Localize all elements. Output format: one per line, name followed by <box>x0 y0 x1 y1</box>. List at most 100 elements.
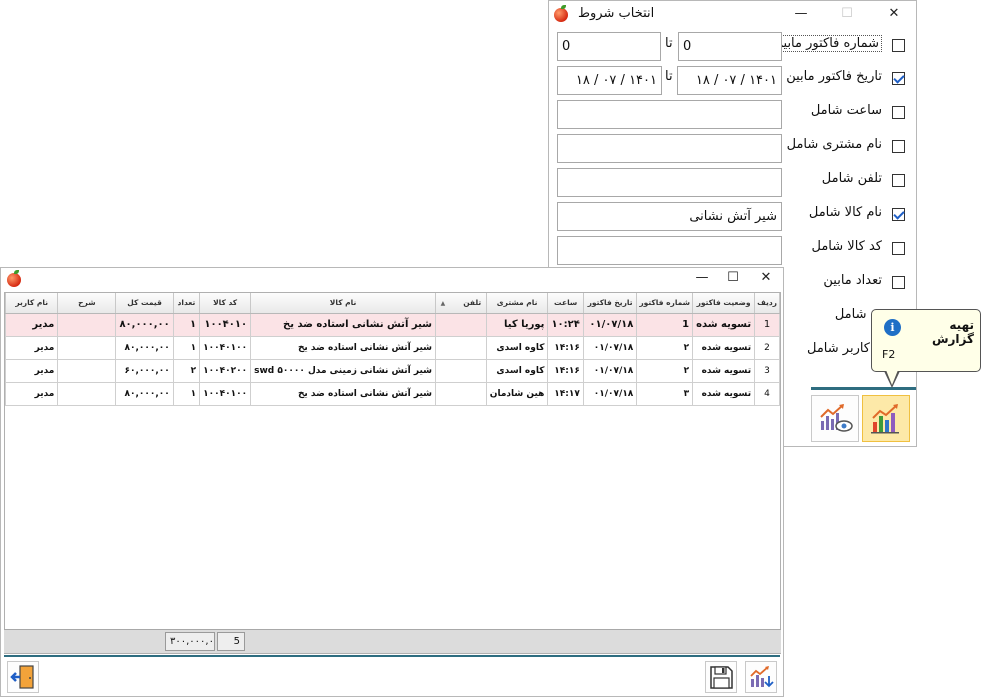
exit-door-icon <box>10 665 34 689</box>
col-total-price-header[interactable]: قیمت کل <box>115 293 174 314</box>
cell-description <box>57 381 117 406</box>
customer-name-input[interactable] <box>557 134 782 163</box>
filter-row-time: ساعت شامل <box>549 98 916 129</box>
close-button[interactable]: ✕ <box>753 268 779 288</box>
close-button[interactable]: ✕ <box>881 4 907 24</box>
cell-invoice-date: ۰۱/۰۷/۱۸ <box>582 312 638 337</box>
cell-customer: هین شادمان <box>485 381 549 406</box>
product-name-input[interactable]: شیر آتش نشانی <box>557 202 782 231</box>
filter-row-invoice-number: شماره فاکتور مابین 0 تا 0 <box>549 31 916 61</box>
quantity-checkbox[interactable] <box>892 276 905 289</box>
chart-export-icon <box>750 666 774 688</box>
dialog-titlebar[interactable]: انتخاب شروط — ☐ ✕ <box>549 1 916 28</box>
app-logo-icon <box>7 270 21 287</box>
cell-invoice-status: تسویه شده <box>692 358 756 383</box>
cell-customer: کاوه اسدی <box>485 335 549 360</box>
table-row[interactable]: 4 تسویه شده ۳ ۰۱/۰۷/۱۸ ۱۴:۱۷ هین شادمان … <box>5 381 780 406</box>
filter-row-customer: نام مشتری شامل <box>549 132 916 163</box>
cell-row-number: 3 <box>754 358 780 383</box>
cell-quantity: ۲ <box>172 358 201 383</box>
generate-report-button[interactable] <box>862 395 910 442</box>
product-name-checkbox[interactable] <box>892 208 905 221</box>
col-invoice-status-header[interactable]: وضعیت فاکتور <box>692 293 756 314</box>
cell-user: مدیر <box>5 358 59 383</box>
phone-label: تلفن شامل <box>821 171 882 186</box>
cell-time: ۱۴:۱۷ <box>547 381 584 406</box>
maximize-button: ☐ <box>841 6 853 21</box>
cell-total-price: ۸۰,۰۰۰,۰۰ <box>115 312 174 337</box>
window-separator <box>4 655 780 657</box>
table-header: ردیف وضعیت فاکتور شماره فاکتور تاریخ فاک… <box>5 293 780 314</box>
filter-row-phone: تلفن شامل <box>549 166 916 197</box>
sort-arrow-icon: ▲ <box>440 300 446 308</box>
col-user-header[interactable]: نام کاربر <box>5 293 59 314</box>
invoice-date-checkbox[interactable] <box>892 72 905 85</box>
product-code-checkbox[interactable] <box>892 242 905 255</box>
report-window: — ☐ ✕ ردیف وضعیت فاکتور شماره فاکتور تار… <box>0 267 784 697</box>
phone-input[interactable] <box>557 168 782 197</box>
col-invoice-date-header[interactable]: تاریخ فاکتور <box>582 293 638 314</box>
cell-time: ۱۰:۲۴ <box>547 312 584 337</box>
table-row[interactable]: 1 تسویه شده 1 ۰۱/۰۷/۱۸ ۱۰:۲۴ پوریا کیا ش… <box>5 312 780 337</box>
time-checkbox[interactable] <box>892 106 905 119</box>
customer-name-checkbox[interactable] <box>892 140 905 153</box>
cell-phone <box>435 335 487 360</box>
maximize-button[interactable]: ☐ <box>720 268 746 288</box>
filter-row-product-name: نام کالا شامل شیر آتش نشانی <box>549 200 916 231</box>
cell-user: مدیر <box>5 381 59 406</box>
minimize-button[interactable]: — <box>788 4 814 24</box>
filter-row-product-code: کد کالا شامل <box>549 234 916 265</box>
preview-report-button[interactable] <box>811 395 859 442</box>
cell-invoice-date: ۰۱/۰۷/۱۸ <box>582 381 638 406</box>
cell-product-code: ۱۰۰۴۰۱۰ <box>199 312 252 337</box>
cell-row-number: 2 <box>754 335 780 360</box>
cell-user: مدیر <box>5 312 59 337</box>
tooltip-shortcut: F2 <box>882 348 896 361</box>
product-code-input[interactable] <box>557 236 782 265</box>
cell-total-price: ۸۰,۰۰۰,۰۰ <box>115 335 174 360</box>
export-report-button[interactable] <box>745 661 777 693</box>
info-icon: i <box>884 319 901 336</box>
invoice-number-to-input[interactable]: 0 <box>557 32 661 61</box>
cell-quantity: ۱ <box>172 312 201 337</box>
col-product-name-header[interactable]: نام کالا <box>250 293 436 314</box>
table-row[interactable]: 2 تسویه شده ۲ ۰۱/۰۷/۱۸ ۱۴:۱۶ کاوه اسدی ش… <box>5 335 780 360</box>
cell-invoice-number: ۲ <box>636 358 694 383</box>
cell-time: ۱۴:۱۶ <box>547 358 584 383</box>
invoice-date-from-input[interactable]: ۱۸ / ۰۷ / ۱۴۰۱ <box>677 66 782 95</box>
exit-button[interactable] <box>7 661 39 693</box>
cell-invoice-date: ۰۱/۰۷/۱۸ <box>582 358 638 383</box>
save-icon <box>710 666 733 689</box>
col-invoice-number-header[interactable]: شماره فاکتور <box>636 293 694 314</box>
minimize-button[interactable]: — <box>689 268 715 288</box>
invoice-date-to-input[interactable]: ۱۸ / ۰۷ / ۱۴۰۱ <box>557 66 662 95</box>
cell-product-code: ۱۰۰۴۰۱۰۰ <box>199 335 252 360</box>
col-row-header[interactable]: ردیف <box>754 293 780 314</box>
cell-quantity: ۱ <box>172 381 201 406</box>
cell-description <box>57 335 117 360</box>
cell-user: مدیر <box>5 335 59 360</box>
time-input[interactable] <box>557 100 782 129</box>
cell-product-name: شیر آتش نشانی زمینی مدل swd ۵۰۰۰۰ <box>250 358 436 383</box>
cell-product-name: شیر آتش نشانی استاده ضد یخ <box>250 312 436 337</box>
invoice-number-checkbox[interactable] <box>892 39 905 52</box>
invoice-number-from-input[interactable]: 0 <box>678 32 782 61</box>
col-customer-header[interactable]: نام مشتری <box>485 293 549 314</box>
tooltip-title: تهیه گزارش <box>931 318 974 346</box>
invoice-date-to-label: تا <box>665 69 673 84</box>
tooltip-pointer-fill <box>886 370 898 385</box>
cell-product-code: ۱۰۰۴۰۱۰۰ <box>199 381 252 406</box>
cell-customer: کاوه اسدی <box>485 358 549 383</box>
user-label: کاربر شامل <box>806 341 870 356</box>
table-row[interactable]: 3 تسویه شده ۲ ۰۱/۰۷/۱۸ ۱۴:۱۶ کاوه اسدی ش… <box>5 358 780 383</box>
col-product-code-header[interactable]: کد کالا <box>199 293 252 314</box>
col-time-header[interactable]: ساعت <box>547 293 584 314</box>
save-button[interactable] <box>705 661 737 693</box>
dialog-title: انتخاب شروط <box>578 6 655 21</box>
report-grid: ردیف وضعیت فاکتور شماره فاکتور تاریخ فاک… <box>4 292 781 654</box>
col-quantity-header[interactable]: تعداد <box>172 293 201 314</box>
chart-eye-icon <box>820 404 853 432</box>
col-phone-header[interactable]: تلفن ▲ <box>435 293 487 314</box>
col-description-header[interactable]: شرح <box>57 293 117 314</box>
phone-checkbox[interactable] <box>892 174 905 187</box>
